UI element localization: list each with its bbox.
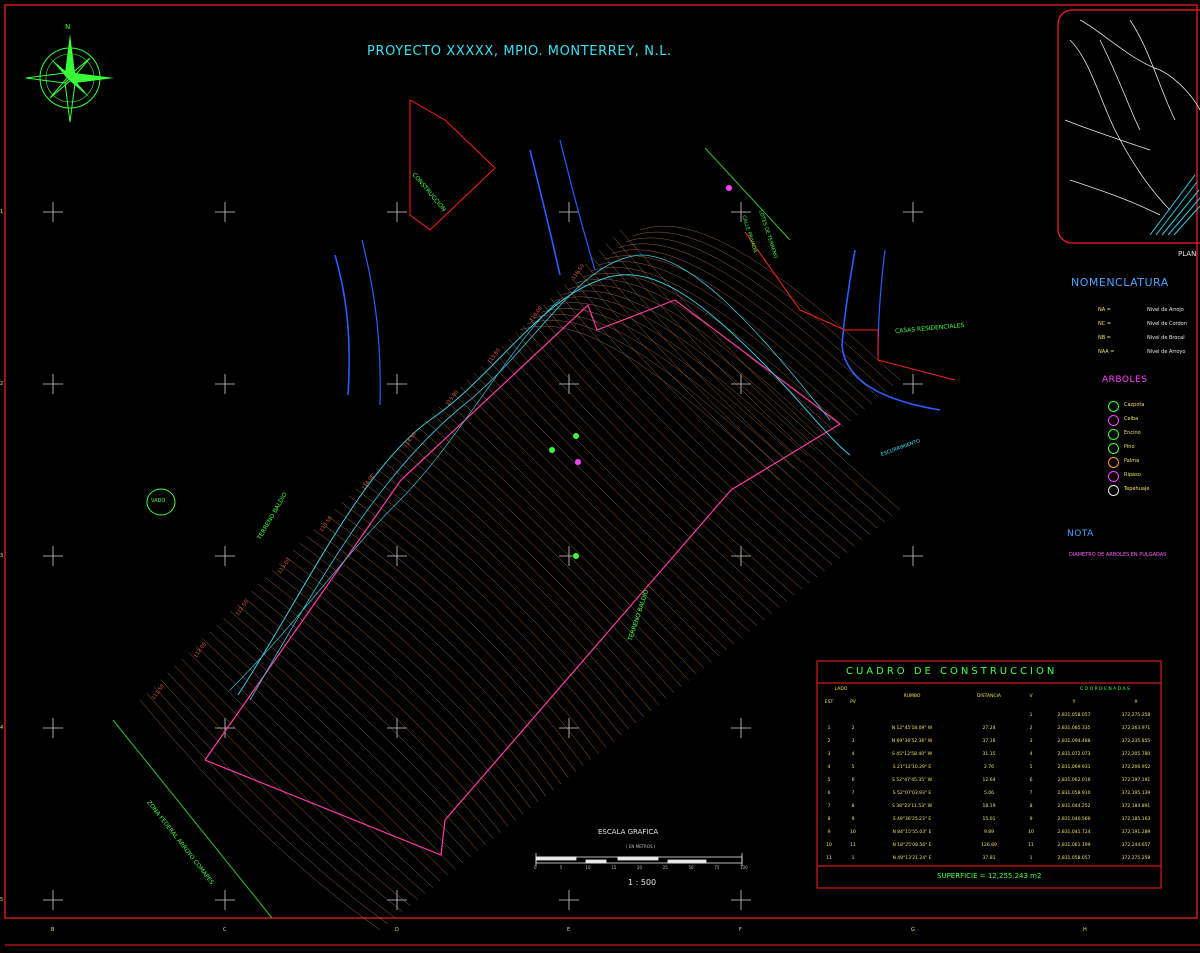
plan-drawing bbox=[0, 0, 1200, 953]
tree-mark bbox=[573, 553, 579, 559]
tree-mark bbox=[726, 185, 732, 191]
drawing-background bbox=[0, 0, 1200, 953]
tree-mark bbox=[573, 433, 579, 439]
tree-mark bbox=[575, 459, 581, 465]
tree-mark bbox=[549, 447, 555, 453]
